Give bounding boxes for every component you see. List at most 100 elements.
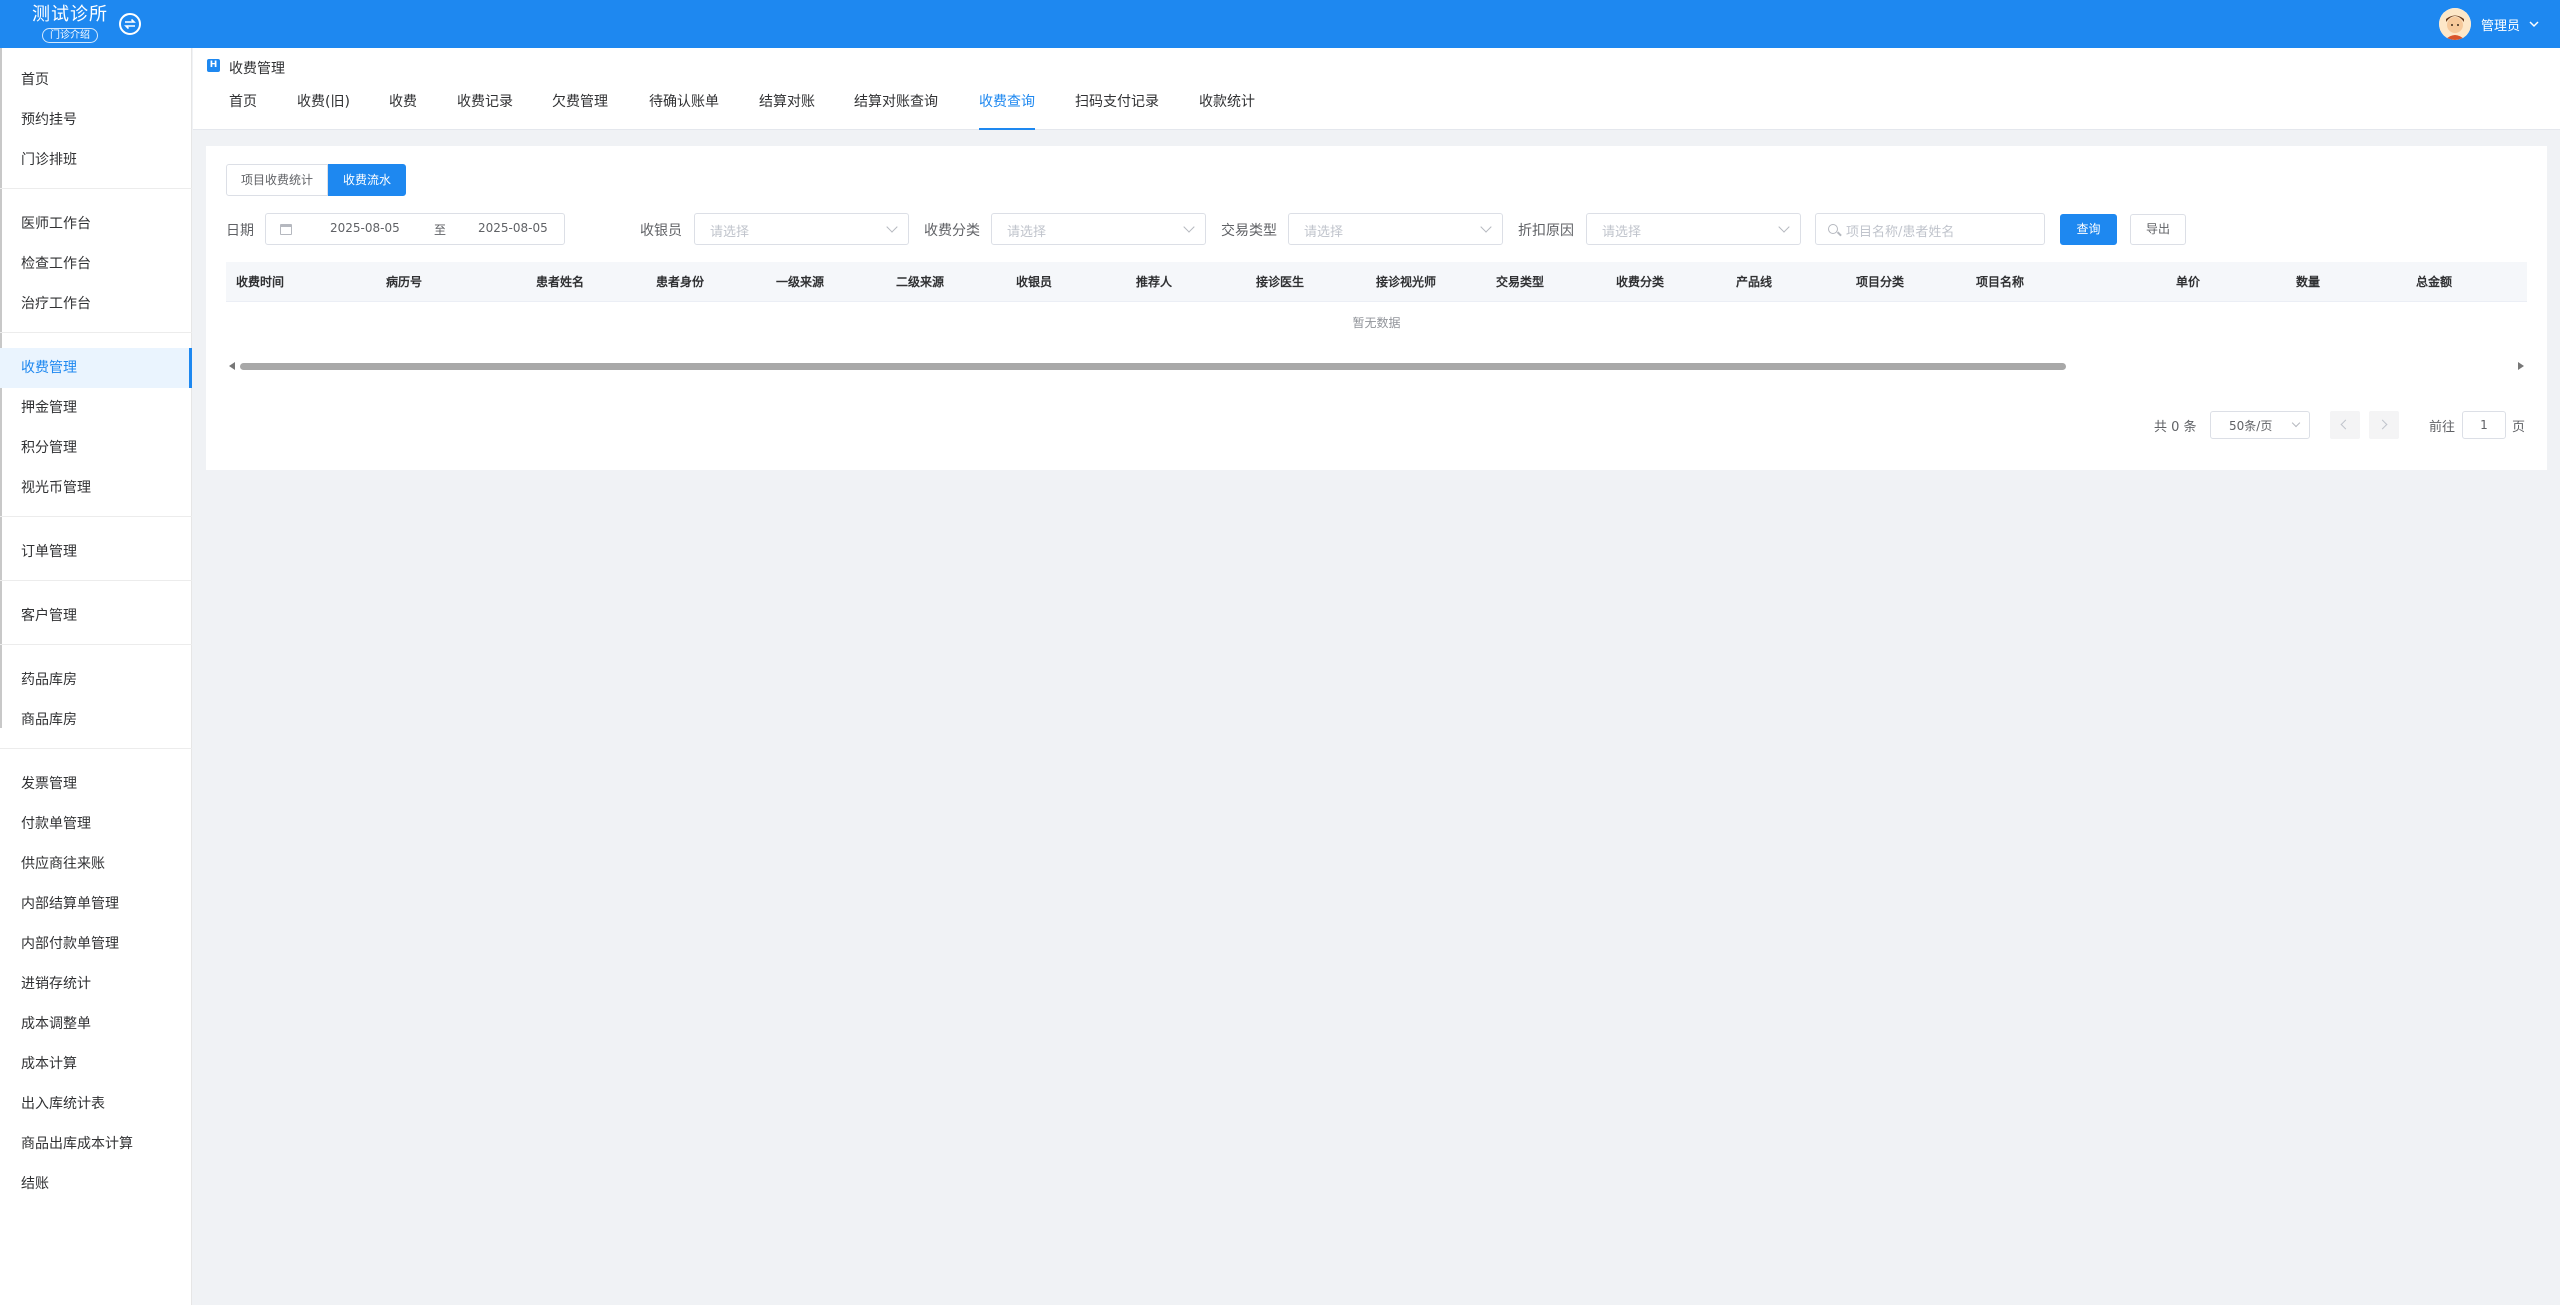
column-header[interactable]: 总金额 — [2416, 262, 2452, 302]
goto-label: 前往 — [2429, 420, 2456, 435]
sidebar-item-orders[interactable]: 订单管理 — [0, 532, 192, 572]
sidebar-item-payment-orders[interactable]: 付款单管理 — [0, 804, 192, 844]
sidebar-item-doctor-workbench[interactable]: 医师工作台 — [0, 204, 192, 244]
trade-type-label: 交易类型 — [1221, 223, 1277, 239]
sidebar-item-home[interactable]: 首页 — [0, 60, 192, 100]
column-header[interactable]: 单价 — [2176, 262, 2200, 302]
category-select[interactable]: 请选择 — [991, 213, 1206, 245]
tab-home[interactable]: 首页 — [229, 88, 257, 130]
column-header[interactable]: 数量 — [2296, 262, 2320, 302]
chevron-down-icon — [1778, 221, 1790, 233]
sidebar-item-warehouse[interactable]: 商品库房 — [0, 700, 192, 740]
tab-settlement[interactable]: 结算对账 — [759, 88, 815, 130]
sidebar-item-coins[interactable]: 视光币管理 — [0, 468, 192, 508]
column-header[interactable]: 一级来源 — [776, 262, 824, 302]
date-start[interactable]: 2025-08-05 — [330, 221, 400, 235]
prev-page-button[interactable] — [2330, 411, 2360, 439]
column-header[interactable]: 产品线 — [1736, 262, 1772, 302]
calendar-icon — [280, 224, 292, 235]
sidebar-item-cost-calc[interactable]: 成本计算 — [0, 1044, 192, 1084]
sidebar-item-schedule[interactable]: 门诊排班 — [0, 140, 192, 180]
tab-charge-records[interactable]: 收费记录 — [457, 88, 513, 130]
column-header[interactable]: 病历号 — [386, 262, 422, 302]
segment-item-stats[interactable]: 项目收费统计 — [226, 164, 329, 196]
clinic-name: 测试诊所 — [32, 4, 108, 25]
tab-scan-pay-records[interactable]: 扫码支付记录 — [1075, 88, 1159, 130]
sidebar-divider — [0, 332, 192, 333]
column-header[interactable]: 收费分类 — [1616, 262, 1664, 302]
tab-pending-bills[interactable]: 待确认账单 — [649, 88, 719, 130]
sidebar-item-supplier-accounts[interactable]: 供应商往来账 — [0, 844, 192, 884]
tab-settlement-query[interactable]: 结算对账查询 — [854, 88, 938, 130]
trade-type-select[interactable]: 请选择 — [1288, 213, 1503, 245]
sidebar-item-closing[interactable]: 结账 — [0, 1164, 192, 1204]
sidebar-item-deposit[interactable]: 押金管理 — [0, 388, 192, 428]
sidebar-item-customers[interactable]: 客户管理 — [0, 596, 192, 636]
column-header[interactable]: 二级来源 — [896, 262, 944, 302]
sidebar: 首页 预约挂号 门诊排班 医师工作台 检查工作台 治疗工作台 收费管理 押金管理… — [0, 48, 192, 1305]
page-number-input[interactable] — [2462, 411, 2506, 439]
sidebar-item-outbound-cost[interactable]: 商品出库成本计算 — [0, 1124, 192, 1164]
horizontal-scrollbar[interactable] — [226, 360, 2527, 372]
sidebar-item-internal-payment[interactable]: 内部付款单管理 — [0, 924, 192, 964]
sidebar-item-cost-adjust[interactable]: 成本调整单 — [0, 1004, 192, 1044]
column-header[interactable]: 接诊视光师 — [1376, 262, 1436, 302]
next-page-button[interactable] — [2369, 411, 2399, 439]
sidebar-item-internal-settlement[interactable]: 内部结算单管理 — [0, 884, 192, 924]
sidebar-item-exam-workbench[interactable]: 检查工作台 — [0, 244, 192, 284]
date-end[interactable]: 2025-08-05 — [478, 221, 548, 235]
page-icon: H — [207, 59, 220, 72]
tab-charge[interactable]: 收费 — [389, 88, 417, 130]
sidebar-item-invoice[interactable]: 发票管理 — [0, 764, 192, 804]
clinic-intro-badge[interactable]: 门诊介绍 — [42, 28, 98, 43]
page-size-select[interactable]: 50条/页 — [2210, 411, 2310, 439]
sidebar-item-pharmacy[interactable]: 药品库房 — [0, 660, 192, 700]
cashier-select[interactable]: 请选择 — [694, 213, 909, 245]
column-header[interactable]: 推荐人 — [1136, 262, 1172, 302]
chevron-down-icon — [2291, 418, 2301, 428]
tab-charge-query[interactable]: 收费查询 — [979, 88, 1035, 130]
search-input[interactable]: 项目名称/患者姓名 — [1815, 213, 2045, 245]
sidebar-item-inout-stats[interactable]: 出入库统计表 — [0, 1084, 192, 1124]
query-button[interactable]: 查询 — [2060, 214, 2117, 245]
page-title: 收费管理 — [229, 61, 285, 77]
column-header[interactable]: 患者姓名 — [536, 262, 584, 302]
sidebar-item-inventory-stats[interactable]: 进销存统计 — [0, 964, 192, 1004]
sidebar-item-points[interactable]: 积分管理 — [0, 428, 192, 468]
column-header[interactable]: 交易类型 — [1496, 262, 1544, 302]
date-separator: 至 — [434, 223, 447, 237]
sidebar-divider — [0, 644, 192, 645]
column-header[interactable]: 收费时间 — [236, 262, 284, 302]
page-unit-label: 页 — [2512, 420, 2526, 435]
export-button[interactable]: 导出 — [2130, 214, 2186, 245]
segment-charge-flow[interactable]: 收费流水 — [328, 164, 407, 196]
date-range-picker[interactable]: 2025-08-05 至 2025-08-05 — [265, 213, 565, 245]
main-header: H 收费管理 首页 收费(旧) 收费 收费记录 欠费管理 待确认账单 结算对账 … — [193, 48, 2560, 130]
scrollbar-thumb[interactable] — [240, 363, 2066, 370]
discount-reason-select[interactable]: 请选择 — [1586, 213, 1801, 245]
category-placeholder: 请选择 — [1007, 225, 1047, 240]
sidebar-item-appointment[interactable]: 预约挂号 — [0, 100, 192, 140]
tab-arrears[interactable]: 欠费管理 — [552, 88, 608, 130]
user-menu[interactable]: 管理员 — [2438, 8, 2540, 40]
column-header[interactable]: 接诊医生 — [1256, 262, 1304, 302]
avatar — [2438, 8, 2471, 40]
content-panel: 项目收费统计 收费流水 日期 2025-08-05 至 2025-08-05 收… — [206, 146, 2547, 470]
sidebar-item-treatment-workbench[interactable]: 治疗工作台 — [0, 284, 192, 324]
sidebar-item-charge[interactable]: 收费管理 — [0, 348, 192, 388]
scroll-right-icon[interactable] — [2518, 362, 2524, 370]
chevron-down-icon — [1183, 221, 1195, 233]
column-header[interactable]: 收银员 — [1016, 262, 1052, 302]
empty-state: 暂无数据 — [1352, 316, 1401, 330]
trade-type-placeholder: 请选择 — [1304, 225, 1344, 240]
column-header[interactable]: 项目分类 — [1856, 262, 1904, 302]
column-header[interactable]: 项目名称 — [1976, 262, 2024, 302]
scroll-left-icon[interactable] — [229, 362, 235, 370]
tab-charge-old[interactable]: 收费(旧) — [297, 88, 350, 130]
switch-icon[interactable] — [119, 13, 141, 35]
sidebar-divider — [0, 748, 192, 749]
brand[interactable]: 测试诊所 门诊介绍 — [30, 3, 110, 43]
tab-receipt-stats[interactable]: 收款统计 — [1199, 88, 1255, 130]
column-header[interactable]: 患者身份 — [656, 262, 704, 302]
sidebar-divider — [0, 580, 192, 581]
